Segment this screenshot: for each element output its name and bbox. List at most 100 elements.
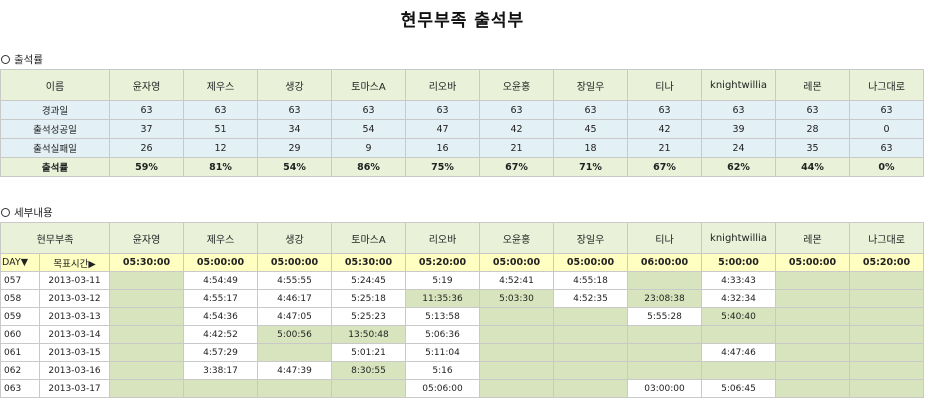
summary-row: 출석실패일 26 12 29 9 16 21 18 21 24 35 63: [0, 138, 924, 158]
summary-cell: 54: [331, 119, 406, 139]
check-in-time-cell: [849, 379, 924, 398]
check-in-time-cell: 4:47:39: [257, 361, 332, 380]
target-time-cell: 05:30:00: [331, 253, 406, 272]
check-in-time-cell: [775, 307, 850, 326]
check-in-time-cell: 4:55:18: [553, 271, 628, 290]
summary-cell: 18: [553, 138, 628, 158]
check-in-time-cell: 11:35:36: [405, 289, 480, 308]
check-in-time-cell: 4:55:55: [257, 271, 332, 290]
summary-cell: 63: [849, 138, 924, 158]
summary-cell: 21: [627, 138, 702, 158]
check-in-time-cell: [257, 343, 332, 362]
check-in-time-cell: 4:57:29: [183, 343, 258, 362]
check-in-time-cell: 4:54:36: [183, 307, 258, 326]
date-cell: 2013-03-14: [39, 325, 110, 344]
day-number: 057: [0, 271, 40, 290]
member-name-header: 오윤홍: [479, 69, 554, 101]
day-number: 063: [0, 379, 40, 398]
check-in-time-cell: 4:33:43: [701, 271, 776, 290]
member-name-header: 토마스A: [331, 69, 406, 101]
summary-cell: 63: [183, 100, 258, 120]
check-in-time-cell: 5:01:21: [331, 343, 406, 362]
check-in-time-cell: [627, 325, 702, 344]
summary-cell: 34: [257, 119, 332, 139]
summary-cell: 63: [627, 100, 702, 120]
summary-cell: 63: [405, 100, 480, 120]
circle-bullet-icon: [1, 55, 10, 64]
summary-row: 경과일 63 63 63 63 63 63 63 63 63 63 63: [0, 100, 924, 120]
check-in-time-cell: 4:42:52: [183, 325, 258, 344]
summary-cell: 63: [553, 100, 628, 120]
check-in-time-cell: [479, 343, 554, 362]
check-in-time-cell: 05:06:00: [405, 379, 480, 398]
day-number: 062: [0, 361, 40, 380]
check-in-time-cell: 5:03:30: [479, 289, 554, 308]
target-time-cell: 05:20:00: [405, 253, 480, 272]
summary-cell: 35: [775, 138, 850, 158]
check-in-time-cell: 5:40:40: [701, 307, 776, 326]
check-in-time-cell: 4:46:17: [257, 289, 332, 308]
check-in-time-cell: 13:50:48: [331, 325, 406, 344]
day-sort-label[interactable]: DAY▼: [0, 253, 40, 272]
member-name-header: 오윤홍: [479, 222, 554, 254]
date-cell: 2013-03-17: [39, 379, 110, 398]
summary-row: 출석성공일 37 51 34 54 47 42 45 42 39 28 0: [0, 119, 924, 139]
check-in-time-cell: [553, 343, 628, 362]
check-in-time-cell: 4:32:34: [701, 289, 776, 308]
member-name-header: knightwillia: [701, 222, 776, 254]
check-in-time-cell: [849, 307, 924, 326]
check-in-time-cell: [627, 361, 702, 380]
check-in-time-cell: [775, 325, 850, 344]
check-in-time-cell: [479, 379, 554, 398]
target-time-cell: 06:00:00: [627, 253, 702, 272]
summary-cell: 39: [701, 119, 776, 139]
check-in-time-cell: [109, 271, 184, 290]
date-cell: 2013-03-16: [39, 361, 110, 380]
summary-cell: 54%: [257, 157, 332, 177]
summary-cell: 51: [183, 119, 258, 139]
check-in-time-cell: [849, 343, 924, 362]
summary-cell: 75%: [405, 157, 480, 177]
check-in-time-cell: [553, 361, 628, 380]
summary-cell: 9: [331, 138, 406, 158]
target-time-cell: 05:20:00: [849, 253, 924, 272]
check-in-time-cell: [183, 379, 258, 398]
day-row: 058 2013-03-12 4:55:17 4:46:17 5:25:18 11:35:…: [0, 289, 924, 308]
check-in-time-cell: [109, 361, 184, 380]
check-in-time-cell: [109, 379, 184, 398]
check-in-time-cell: 5:24:45: [331, 271, 406, 290]
check-in-time-cell: 5:06:36: [405, 325, 480, 344]
check-in-time-cell: 4:52:35: [553, 289, 628, 308]
check-in-time-cell: [553, 325, 628, 344]
check-in-time-cell: [331, 379, 406, 398]
check-in-time-cell: [849, 325, 924, 344]
summary-row-label: 출석률: [0, 157, 110, 177]
summary-row: 출석률 59% 81% 54% 86% 75% 67% 71% 67% 62% 44% 0%: [0, 157, 924, 177]
check-in-time-cell: [849, 289, 924, 308]
check-in-time-cell: 4:55:17: [183, 289, 258, 308]
member-name-header: 윤자영: [109, 69, 184, 101]
day-row: 062 2013-03-16 3:38:17 4:47:39 8:30:55 5:16: [0, 361, 924, 380]
check-in-time-cell: 3:38:17: [183, 361, 258, 380]
member-name-header: 나그대로: [849, 222, 924, 254]
summary-cell: 29: [257, 138, 332, 158]
summary-cell: 21: [479, 138, 554, 158]
check-in-time-cell: [775, 289, 850, 308]
summary-cell: 63: [479, 100, 554, 120]
check-in-time-cell: [627, 343, 702, 362]
target-time-row: DAY▼ 목표시간▶ 05:30:00 05:00:00 05:00:00 05:30:0…: [0, 253, 924, 272]
check-in-time-cell: [849, 361, 924, 380]
summary-cell: 42: [627, 119, 702, 139]
summary-header-row: 이름 윤자영 제우스 생강 토마스A 리오바 오윤홍 장일우 티나 knightwillia 레몬 나…: [0, 69, 924, 101]
check-in-time-cell: [849, 271, 924, 290]
summary-row-label: 출석실패일: [0, 138, 110, 158]
summary-cell: 59%: [109, 157, 184, 177]
day-row: 063 2013-03-17 05:06:00 03:00:00 5:06:45: [0, 379, 924, 398]
check-in-time-cell: [479, 307, 554, 326]
summary-row-label: 경과일: [0, 100, 110, 120]
check-in-time-cell: 4:54:49: [183, 271, 258, 290]
member-name-header: 장일우: [553, 222, 628, 254]
check-in-time-cell: [701, 325, 776, 344]
check-in-time-cell: [701, 361, 776, 380]
summary-cell: 45: [553, 119, 628, 139]
